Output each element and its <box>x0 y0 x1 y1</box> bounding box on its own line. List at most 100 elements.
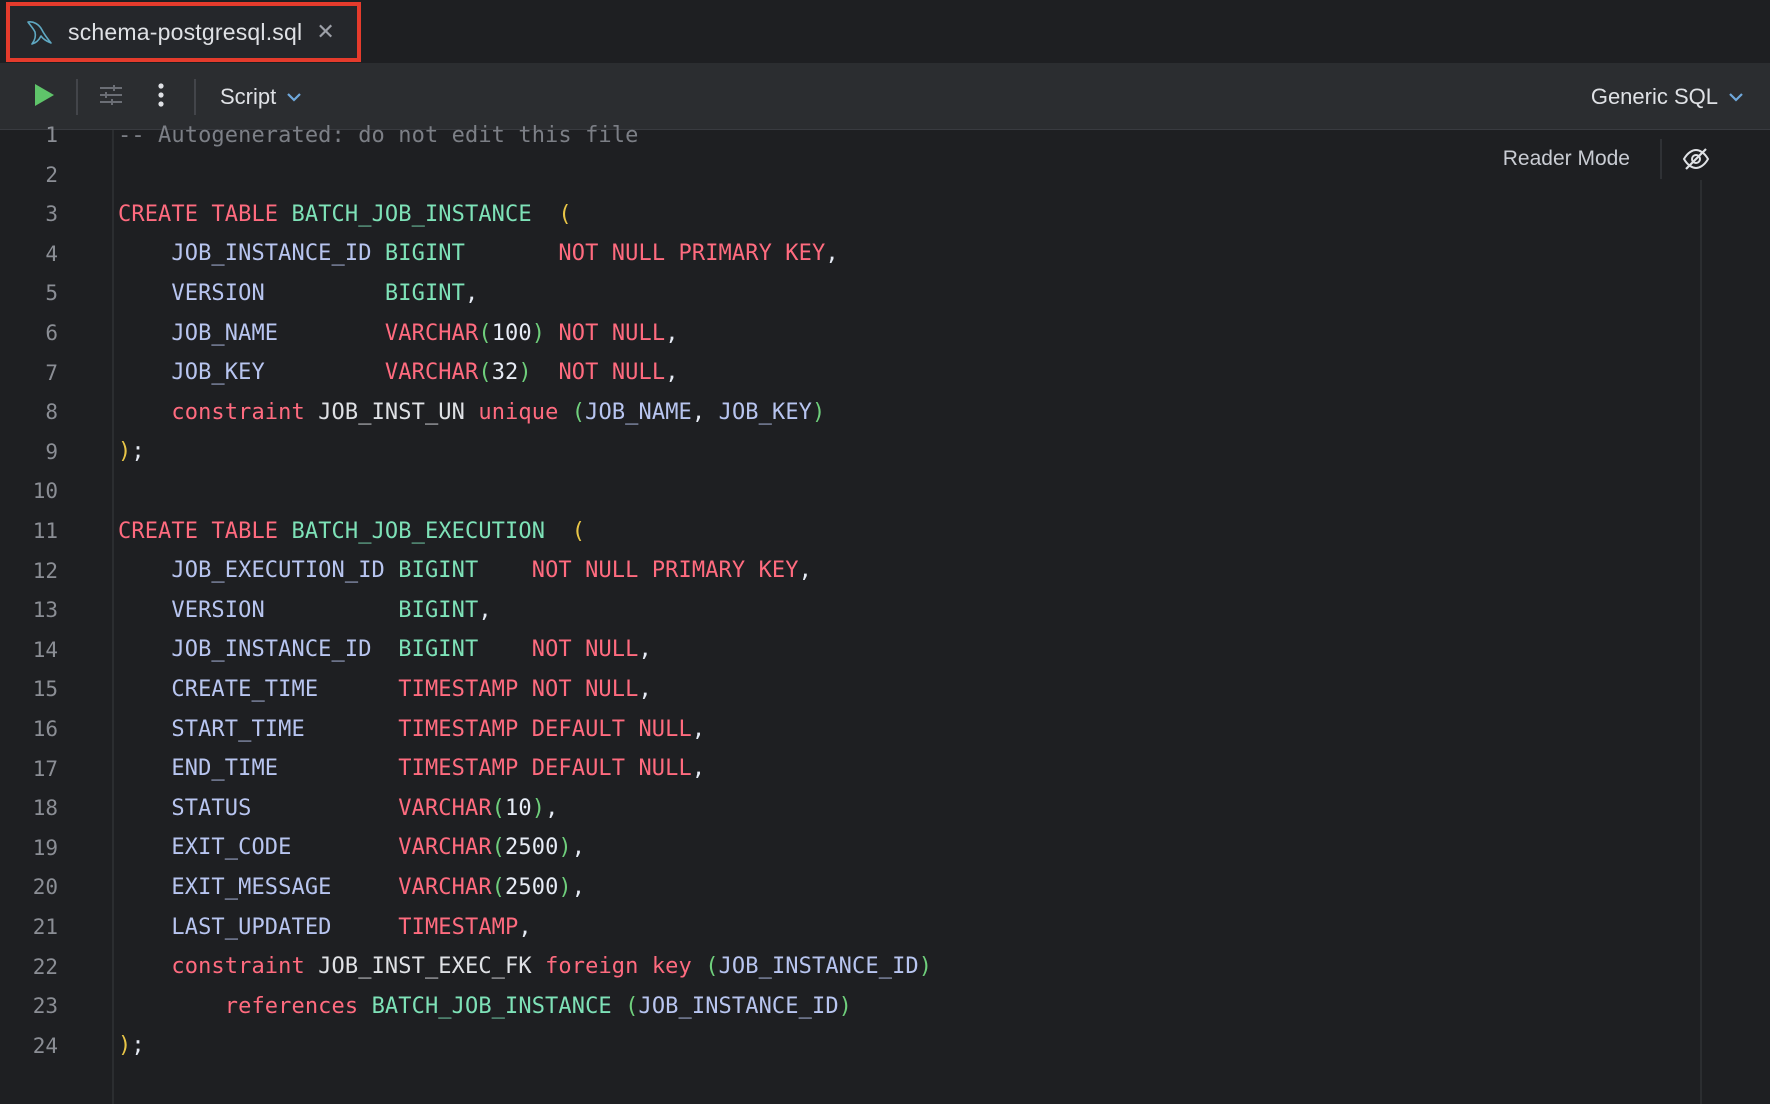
code-line[interactable]: 16 START_TIME TIMESTAMP DEFAULT NULL, <box>0 709 1700 749</box>
code-token: , <box>665 320 679 346</box>
code-text: constraint JOB_INST_EXEC_FK foreign key … <box>118 954 932 979</box>
code-line[interactable]: 10 <box>0 471 1700 511</box>
line-number: 14 <box>32 637 58 662</box>
file-tab[interactable]: schema-postgresql.sql ✕ <box>6 2 361 62</box>
code-token: JOB_NAME <box>118 320 385 346</box>
eye-off-icon[interactable] <box>1682 147 1710 171</box>
code-token: , <box>665 360 679 386</box>
code-token: START_TIME <box>118 716 399 742</box>
code-text: -- Autogenerated: do not edit this file <box>118 123 638 148</box>
code-text: START_TIME TIMESTAMP DEFAULT NULL, <box>118 717 705 742</box>
line-number: 4 <box>45 241 58 266</box>
code-line[interactable]: 4 JOB_INSTANCE_ID BIGINT NOT NULL PRIMAR… <box>0 234 1700 274</box>
code-line[interactable]: 14 JOB_INSTANCE_ID BIGINT NOT NULL, <box>0 630 1700 670</box>
code-token: TIMESTAMP DEFAULT NULL <box>398 756 692 782</box>
code-text: ); <box>118 439 145 464</box>
code-line[interactable]: 11 CREATE TABLE BATCH_JOB_EXECUTION ( <box>0 511 1700 551</box>
code-editor[interactable]: 1 -- Autogenerated: do not edit this file… <box>0 123 1770 1104</box>
code-line[interactable]: 21 LAST_UPDATED TIMESTAMP, <box>0 907 1700 947</box>
code-line[interactable]: 6 JOB_NAME VARCHAR(100) NOT NULL, <box>0 313 1700 353</box>
code-line[interactable]: 17 END_TIME TIMESTAMP DEFAULT NULL, <box>0 749 1700 789</box>
code-text: STATUS VARCHAR(10), <box>118 796 558 821</box>
code-line[interactable]: 7 JOB_KEY VARCHAR(32) NOT NULL, <box>0 353 1700 393</box>
line-number: 19 <box>32 835 58 860</box>
toolbar-divider <box>194 79 196 115</box>
code-token: BIGINT <box>398 597 479 623</box>
code-token: foreign key <box>545 954 706 980</box>
code-token: ) <box>531 795 546 821</box>
code-token: ) <box>531 320 546 346</box>
code-text: JOB_EXECUTION_ID BIGINT NOT NULL PRIMARY… <box>118 558 812 583</box>
code-text: JOB_INSTANCE_ID BIGINT NOT NULL, <box>118 637 652 662</box>
code-token: ) <box>918 954 933 980</box>
code-token: 100 <box>491 320 532 346</box>
code-line[interactable]: 12 JOB_EXECUTION_ID BIGINT NOT NULL PRIM… <box>0 551 1700 591</box>
code-line[interactable]: 22 constraint JOB_INST_EXEC_FK foreign k… <box>0 947 1700 987</box>
code-token: ) <box>558 835 572 861</box>
code-line[interactable]: 5 VERSION BIGINT, <box>0 273 1700 313</box>
code-text: EXIT_CODE VARCHAR(2500), <box>118 835 585 860</box>
code-token: JOB_INSTANCE_ID <box>718 954 919 980</box>
code-token: , <box>478 597 492 623</box>
code-token: ) <box>812 399 826 425</box>
code-text: VERSION BIGINT, <box>118 281 478 306</box>
reader-divider <box>1660 139 1662 179</box>
code-line[interactable]: 18 STATUS VARCHAR(10), <box>0 788 1700 828</box>
code-line[interactable]: 23 references BATCH_JOB_INSTANCE (JOB_IN… <box>0 986 1700 1026</box>
code-token: VARCHAR <box>384 320 479 346</box>
code-token: , <box>571 835 586 861</box>
code-token: JOB_INST_UN <box>318 399 479 425</box>
code-token: TIMESTAMP DEFAULT NULL <box>398 716 692 742</box>
code-token: VARCHAR <box>398 874 492 900</box>
script-mode-label: Script <box>220 84 277 109</box>
line-number: 17 <box>32 756 58 781</box>
code-token: ) <box>118 439 132 465</box>
line-number: 24 <box>32 1033 58 1058</box>
line-number: 15 <box>32 677 58 702</box>
code-token: JOB_KEY <box>718 399 813 425</box>
code-line[interactable]: 19 EXIT_CODE VARCHAR(2500), <box>0 828 1700 868</box>
code-token: VERSION <box>118 597 399 623</box>
code-line[interactable]: 1 -- Autogenerated: do not edit this file <box>0 115 1700 155</box>
code-token: BATCH_JOB_INSTANCE <box>291 201 532 227</box>
code-token: , <box>825 241 839 267</box>
code-token: , <box>691 716 706 742</box>
code-token: ) <box>118 1033 132 1059</box>
code-token: NOT NULL <box>558 360 666 386</box>
code-token: CREATE TABLE <box>118 201 292 227</box>
code-token: , <box>638 637 652 663</box>
code-line[interactable]: 13 VERSION BIGINT, <box>0 590 1700 630</box>
code-token: ( <box>571 399 586 425</box>
toolbar-divider <box>76 79 78 115</box>
line-number: 9 <box>45 439 58 464</box>
chevron-down-icon <box>286 92 302 102</box>
code-token: ( <box>478 360 492 386</box>
code-token: JOB_NAME <box>585 399 692 425</box>
code-line[interactable]: 8 constraint JOB_INST_UN unique (JOB_NAM… <box>0 392 1700 432</box>
code-line[interactable]: 20 EXIT_MESSAGE VARCHAR(2500), <box>0 867 1700 907</box>
reader-mode-button[interactable]: Reader Mode <box>1503 147 1630 171</box>
code-line[interactable]: 3 CREATE TABLE BATCH_JOB_INSTANCE ( <box>0 194 1700 234</box>
code-text: CREATE TABLE BATCH_JOB_EXECUTION ( <box>118 519 585 544</box>
code-line[interactable]: 24); <box>0 1026 1700 1066</box>
tab-filename: schema-postgresql.sql <box>68 18 303 45</box>
code-text: constraint JOB_INST_UN unique (JOB_NAME,… <box>118 400 825 425</box>
code-line[interactable]: 2 <box>0 155 1700 195</box>
code-token: , <box>691 756 706 782</box>
code-token: VERSION <box>118 280 385 306</box>
code-text: references BATCH_JOB_INSTANCE (JOB_INSTA… <box>118 994 852 1019</box>
line-number: 23 <box>32 994 58 1019</box>
code-text: VERSION BIGINT, <box>118 598 492 623</box>
code-line[interactable]: 9); <box>0 432 1700 472</box>
code-token: VARCHAR <box>384 360 479 386</box>
code-token: JOB_EXECUTION_ID <box>118 558 399 584</box>
close-tab-icon[interactable]: ✕ <box>316 21 334 43</box>
code-token: ) <box>558 874 572 900</box>
reader-mode-bar: Reader Mode <box>1503 130 1710 188</box>
code-line[interactable]: 15 CREATE_TIME TIMESTAMP NOT NULL, <box>0 669 1700 709</box>
